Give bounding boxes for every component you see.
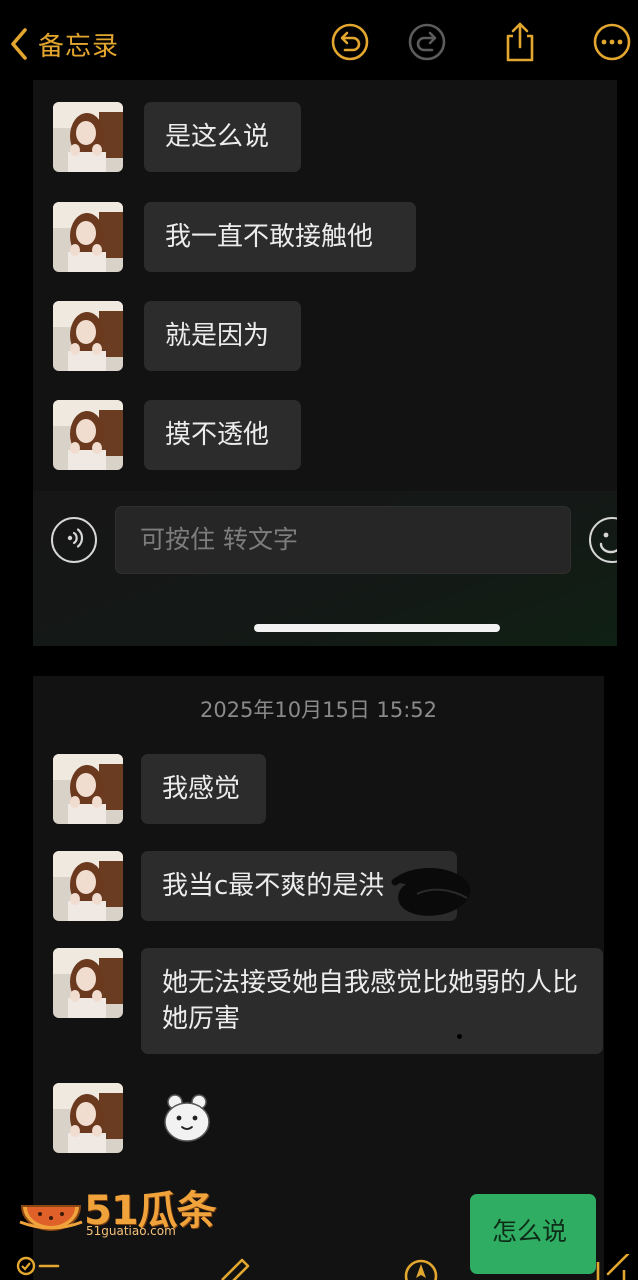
message-input[interactable]: 可按住 转文字 xyxy=(115,506,571,574)
more-icon xyxy=(592,22,632,66)
back-label: 备忘录 xyxy=(38,31,120,62)
message-bubble: 我感觉 xyxy=(141,754,266,824)
chat-screenshot-1: 是这么说 我一直不敢接触他 就是因为 摸不透他 可按住 转文字 xyxy=(33,80,617,646)
navigate-button[interactable] xyxy=(404,1254,438,1280)
message-bubble: 摸不透他 xyxy=(144,400,301,470)
compose-button[interactable] xyxy=(594,1252,630,1280)
dot-mark xyxy=(457,1034,462,1039)
message-bubble: 我一直不敢接触他 xyxy=(144,202,416,272)
pen-icon xyxy=(216,1258,250,1280)
share-icon xyxy=(500,20,540,68)
avatar xyxy=(53,301,123,371)
avatar xyxy=(53,400,123,470)
avatar xyxy=(53,1083,123,1153)
notes-toolbar xyxy=(0,1252,638,1280)
voice-icon xyxy=(62,526,86,554)
site-watermark: 51瓜条 51guatiao.com xyxy=(18,1178,238,1244)
watermelon-logo-icon xyxy=(19,1205,83,1231)
emoji-button[interactable] xyxy=(589,517,617,563)
watermark-url: 51guatiao.com xyxy=(86,1224,176,1238)
redo-icon xyxy=(407,22,447,66)
chat-input-bar: 可按住 转文字 xyxy=(33,491,617,646)
checklist-button[interactable] xyxy=(16,1254,60,1280)
chevron-left-icon xyxy=(4,22,34,66)
voice-button[interactable] xyxy=(51,517,97,563)
notes-header: 备忘录 xyxy=(0,0,638,82)
compose-icon xyxy=(594,1252,634,1280)
scribble-redaction xyxy=(391,867,471,916)
compass-icon xyxy=(404,1259,438,1280)
chat-timestamp: 2025年10月15日 15:52 xyxy=(199,698,438,722)
back-button[interactable]: 备忘录 xyxy=(4,22,119,66)
avatar xyxy=(53,102,123,172)
redo-button[interactable] xyxy=(405,22,449,66)
avatar xyxy=(53,754,123,824)
checklist-icon xyxy=(16,1256,62,1280)
bear-sticker xyxy=(164,1094,210,1142)
avatar xyxy=(53,202,123,272)
message-bubble: 是这么说 xyxy=(144,102,301,172)
avatar xyxy=(53,948,123,1018)
emoji-icon xyxy=(591,532,617,565)
message-bubble: 她无法接受她自我感觉比她弱的人比她厉害 xyxy=(141,948,603,1054)
home-indicator xyxy=(254,624,500,632)
more-button[interactable] xyxy=(590,22,634,66)
undo-icon xyxy=(330,22,370,66)
avatar xyxy=(53,851,123,921)
message-bubble: 就是因为 xyxy=(144,301,301,371)
undo-button[interactable] xyxy=(328,22,372,66)
markup-button[interactable] xyxy=(216,1254,250,1280)
share-button[interactable] xyxy=(498,22,542,66)
